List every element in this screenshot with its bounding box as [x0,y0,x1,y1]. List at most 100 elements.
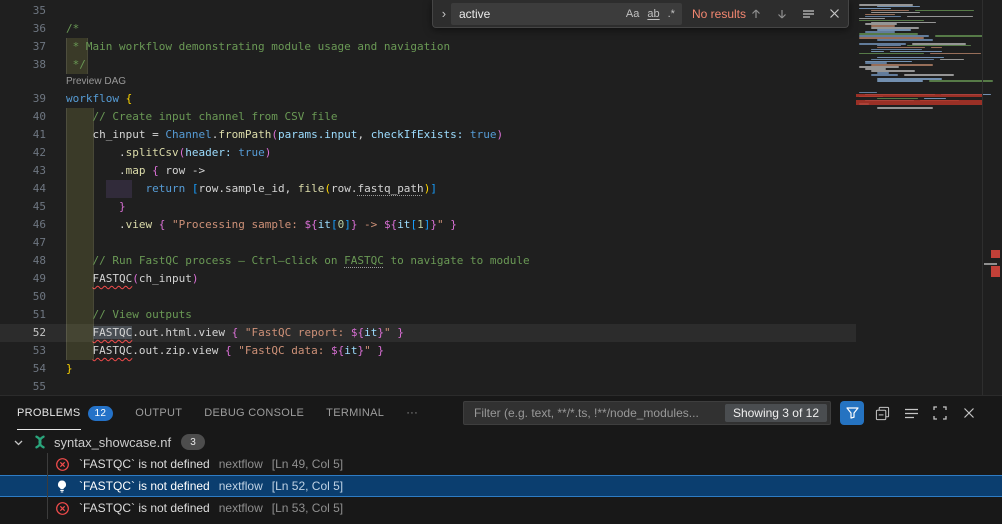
maximize-panel-icon[interactable] [929,402,951,424]
regex-toggle[interactable]: .* [665,7,678,21]
find-input[interactable] [457,6,621,22]
code-line[interactable]: 50 [0,288,856,306]
code-line[interactable]: 39 workflow { [0,90,856,108]
code-line[interactable]: 37 * Main workflow demonstrating module … [0,38,856,56]
minimap-code-bar [930,53,981,55]
panel-tab-bar: PROBLEMS 12 OUTPUT DEBUG CONSOLE TERMINA… [0,396,1002,430]
code-text: } [66,198,126,216]
tab-output[interactable]: OUTPUT [135,396,182,430]
code-text: workflow { [66,90,132,108]
problem-source: nextflow [219,457,263,471]
code-line[interactable]: 47 [0,234,856,252]
match-case-toggle[interactable]: Aa [623,7,642,21]
minimap-code-bar [907,16,973,18]
tab-debug-console[interactable]: DEBUG CONSOLE [204,396,304,430]
line-number[interactable]: 43 [0,162,46,180]
minimap-code-bar [935,35,983,37]
error-squiggle-token: FASTQC [93,344,133,357]
line-number[interactable]: 52 [0,324,46,342]
panel-more-tabs-button[interactable]: ··· [406,396,418,430]
problems-filter-box: Showing 3 of 12 [463,401,831,425]
code-line[interactable]: 41 ch_input = Channel.fromPath(params.in… [0,126,856,144]
problems-count-badge: 12 [88,406,114,421]
line-number[interactable]: 49 [0,270,46,288]
code-lens-label[interactable]: Preview DAG [66,74,126,90]
nextflow-file-icon [32,434,48,450]
problem-row-selected[interactable]: `FASTQC` is not defined nextflow [Ln 52,… [0,475,1002,497]
line-number[interactable]: 50 [0,288,46,306]
vscode-window: 3536/*37 * Main workflow demonstrating m… [0,0,1002,524]
problems-file-group[interactable]: syntax_showcase.nf 3 [0,431,1002,453]
line-number[interactable]: 36 [0,20,46,38]
file-problem-count-badge: 3 [181,434,205,450]
tab-problems[interactable]: PROBLEMS 12 [17,396,113,430]
close-find-icon[interactable] [824,4,844,24]
error-icon [54,456,70,472]
collapse-all-icon[interactable] [871,402,893,424]
line-number[interactable]: 51 [0,306,46,324]
line-number[interactable]: 37 [0,38,46,56]
line-number[interactable]: 46 [0,216,46,234]
code-lens[interactable]: Preview DAG [0,74,856,90]
code-line[interactable]: 45 } [0,198,856,216]
filter-funnel-icon[interactable] [840,401,864,425]
problems-tree: syntax_showcase.nf 3 `FASTQC` is not def… [0,431,1002,519]
filter-input[interactable] [472,405,725,421]
line-number[interactable]: 39 [0,90,46,108]
code-text: */ [66,56,86,74]
code-editor[interactable]: 3536/*37 * Main workflow demonstrating m… [0,0,1002,395]
code-lines: 3536/*37 * Main workflow demonstrating m… [0,0,856,395]
code-line[interactable]: 49 FASTQC(ch_input) [0,270,856,288]
code-text: FASTQC.out.zip.view { "FastQC data: ${it… [66,342,384,360]
problem-message: `FASTQC` is not defined [79,479,210,493]
line-number[interactable]: 41 [0,126,46,144]
tab-problems-label: PROBLEMS [17,396,81,430]
tab-terminal[interactable]: TERMINAL [326,396,384,430]
line-number[interactable]: 40 [0,108,46,126]
line-number[interactable]: 55 [0,378,46,395]
code-line[interactable]: 43 .map { row -> [0,162,856,180]
code-line[interactable]: 46 .view { "Processing sample: ${it[0]} … [0,216,856,234]
line-number[interactable]: 53 [0,342,46,360]
problem-row[interactable]: `FASTQC` is not defined nextflow [Ln 53,… [0,497,1002,519]
minimap[interactable] [856,0,982,395]
line-number[interactable]: 35 [0,2,46,20]
code-line[interactable]: 52 FASTQC.out.html.view { "FastQC report… [0,324,856,342]
tab-debug-console-label: DEBUG CONSOLE [204,396,304,430]
code-line[interactable]: 53 FASTQC.out.zip.view { "FastQC data: $… [0,342,856,360]
hint-underline-token: fastq_path [357,182,423,195]
line-number[interactable]: 42 [0,144,46,162]
minimap-code-bar [877,80,923,82]
code-line[interactable]: 42 .splitCsv(header: true) [0,144,856,162]
close-panel-icon[interactable] [958,402,980,424]
line-number[interactable]: 38 [0,56,46,74]
minimap-code-bar [931,47,942,49]
code-text: FASTQC.out.html.view { "FastQC report: $… [66,324,404,342]
line-number[interactable]: 47 [0,234,46,252]
overview-ruler-mark [991,266,1000,277]
code-line[interactable]: 38 */ [0,56,856,74]
find-widget: › Aa ab .* No results [432,0,849,28]
code-line[interactable]: 51 // View outputs [0,306,856,324]
problem-row[interactable]: `FASTQC` is not defined nextflow [Ln 49,… [0,453,1002,475]
tab-output-label: OUTPUT [135,396,182,430]
code-line[interactable]: 55 [0,378,856,395]
overview-ruler[interactable] [982,0,1002,395]
code-line[interactable]: 44 return [row.sample_id, file(row.fastq… [0,180,856,198]
view-as-table-icon[interactable] [900,402,922,424]
find-previous-arrow-up-icon[interactable] [746,4,766,24]
toggle-replace-chevron-icon[interactable]: › [437,4,451,24]
line-number[interactable]: 44 [0,180,46,198]
find-next-arrow-down-icon[interactable] [772,4,792,24]
line-number[interactable]: 48 [0,252,46,270]
code-line[interactable]: 40 // Create input channel from CSV file [0,108,856,126]
line-number[interactable]: 54 [0,360,46,378]
find-in-selection-icon[interactable] [798,4,818,24]
whole-word-toggle[interactable]: ab [644,7,662,21]
code-text: return [row.sample_id, file(row.fastq_pa… [66,180,437,198]
line-number[interactable]: 45 [0,198,46,216]
code-line[interactable]: 54} [0,360,856,378]
find-status: No results [692,7,746,21]
code-line[interactable]: 48 // Run FastQC process – Ctrl–click on… [0,252,856,270]
chevron-down-icon [10,434,26,450]
